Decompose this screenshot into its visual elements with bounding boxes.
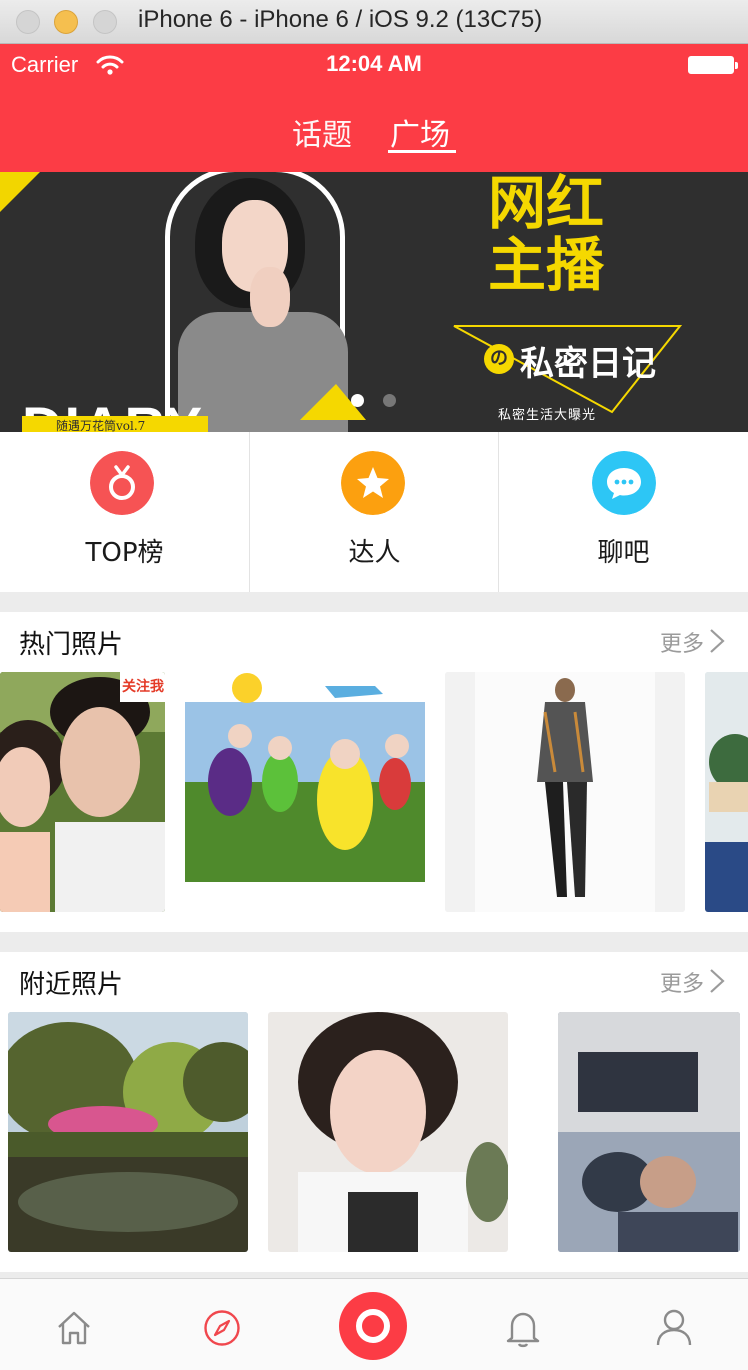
home-icon <box>58 1311 90 1345</box>
nearby-photos-title: 附近照片 <box>19 970 124 1000</box>
tab-topics[interactable]: 话题 <box>292 110 352 154</box>
hot-photo-2-image <box>185 672 425 912</box>
hot-photos-more[interactable]: 更多 <box>660 626 704 658</box>
banner-corner-decoration <box>0 172 40 212</box>
tab-profile[interactable] <box>623 1279 723 1370</box>
banner-figure-hand <box>250 267 290 327</box>
hot-photo-1[interactable]: 关注我 <box>0 672 165 912</box>
nearby-photo-1[interactable] <box>8 1012 248 1252</box>
quick-access-row: TOP榜 达人 聊吧 <box>0 432 748 592</box>
hot-photo-3[interactable] <box>445 672 685 912</box>
user-icon <box>656 1309 692 1346</box>
nearby-photos-more[interactable]: 更多 <box>660 966 704 998</box>
hot-photo-4[interactable] <box>705 672 748 912</box>
banner-headline: 网红 主播 <box>488 172 605 299</box>
window-close-button[interactable] <box>16 10 40 34</box>
window-title: iPhone 6 - iPhone 6 / iOS 9.2 (13C75) <box>138 6 543 33</box>
compass-icon <box>204 1310 240 1346</box>
tab-camera[interactable] <box>323 1279 423 1370</box>
record-icon <box>339 1292 407 1360</box>
tab-discover[interactable] <box>172 1279 272 1370</box>
nearby-photo-3-image <box>558 1012 740 1252</box>
hot-photos-section: 热门照片 更多 关注我 <box>0 612 748 932</box>
banner-caption: 随遇万花筒vol.7 <box>56 419 146 432</box>
chevron-right-icon[interactable] <box>708 968 726 994</box>
quick-experts-label: 达人 <box>348 538 401 568</box>
window-minimize-button[interactable] <box>54 10 78 34</box>
hot-photo-sticker: 关注我 <box>122 679 164 695</box>
nearby-photo-2-image <box>268 1012 508 1252</box>
hot-photos-title: 热门照片 <box>19 630 124 660</box>
bottom-tab-bar <box>0 1278 748 1370</box>
quick-top-label: TOP榜 <box>85 538 164 568</box>
tab-notifications[interactable] <box>473 1279 573 1370</box>
banner-carousel[interactable]: 网红 主播 の 私密日记 私密生活大曝光 DIARY 随遇万花筒vol.7 <box>0 172 748 432</box>
bell-icon <box>506 1312 540 1348</box>
carousel-page-dot-1[interactable] <box>351 394 364 407</box>
quick-top-list[interactable]: TOP榜 <box>0 432 249 592</box>
tab-home[interactable] <box>23 1279 123 1370</box>
nearby-photo-1-image <box>8 1012 248 1252</box>
nearby-photos-section: 附近照片 更多 <box>0 952 748 1272</box>
quick-chat-label: 聊吧 <box>597 538 650 568</box>
status-time: 12:04 AM <box>326 51 422 76</box>
status-bar: Carrier 12:04 AM <box>0 44 748 88</box>
chevron-right-icon[interactable] <box>708 628 726 654</box>
hot-photo-4-image <box>705 672 748 912</box>
carousel-page-dot-2[interactable] <box>383 394 396 407</box>
hot-photo-3-image <box>445 672 685 912</box>
hot-photo-2[interactable] <box>185 672 425 912</box>
banner-badge: の <box>484 344 514 374</box>
medal-icon <box>90 451 154 515</box>
tab-square[interactable]: 广场 <box>390 110 450 154</box>
hot-photo-1-image <box>0 672 165 912</box>
quick-chat[interactable]: 聊吧 <box>498 432 747 592</box>
nearby-photo-2[interactable] <box>268 1012 508 1252</box>
simulator-titlebar: iPhone 6 - iPhone 6 / iOS 9.2 (13C75) <box>0 0 748 44</box>
banner-small-text: 私密生活大曝光 <box>498 408 597 423</box>
window-maximize-button[interactable] <box>93 10 117 34</box>
app-screen: Carrier 12:04 AM 话题 广场 网红 主播 の 私密日记 私密生活… <box>0 44 748 1370</box>
banner-subhead: 私密日记 <box>520 344 656 384</box>
nearby-photo-3[interactable] <box>558 1012 740 1252</box>
chat-bubble-icon <box>592 451 656 515</box>
battery-icon <box>688 56 738 74</box>
active-tab-indicator <box>388 150 456 153</box>
nav-bar: 话题 广场 <box>0 88 748 172</box>
star-icon <box>341 451 405 515</box>
quick-experts[interactable]: 达人 <box>249 432 498 592</box>
